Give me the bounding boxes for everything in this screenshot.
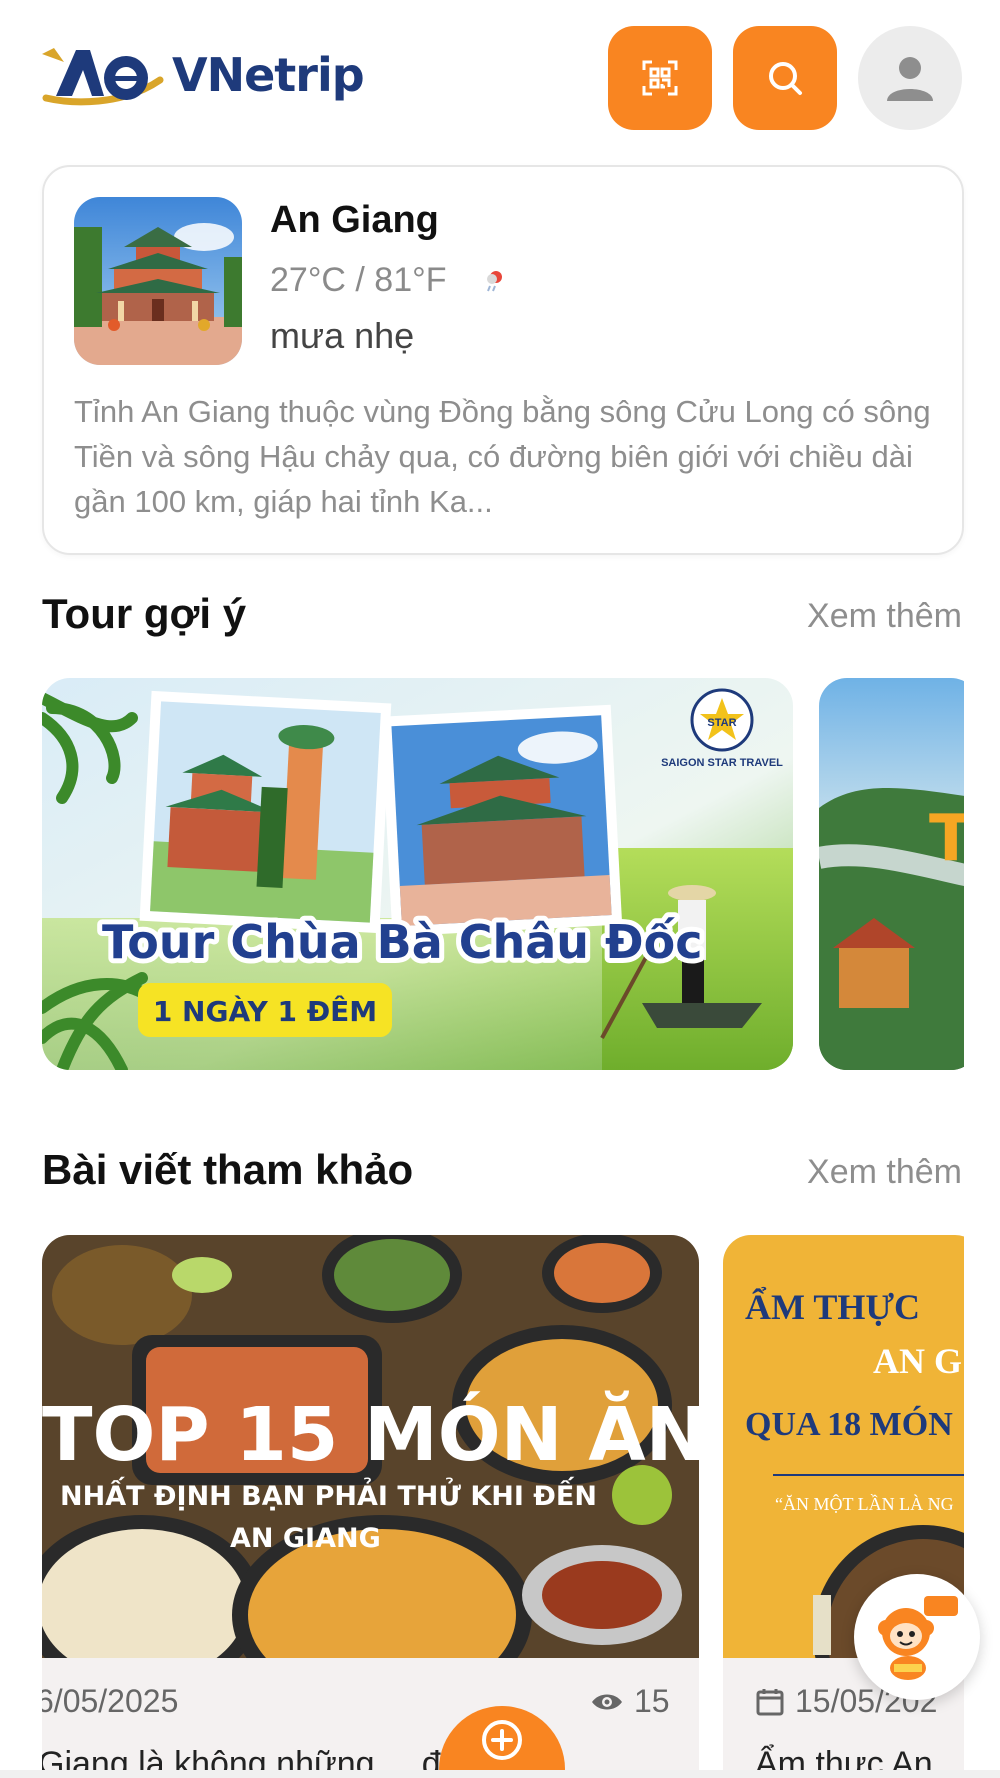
tour-banner-title: Tour Chùa Bà Châu Đốc — [102, 915, 702, 969]
calendar-icon — [756, 1688, 784, 1715]
eye-icon — [592, 1694, 622, 1709]
article-headline: TOP 15 MÓN ĂN — [42, 1390, 699, 1478]
destination-name: An Giang — [270, 199, 439, 241]
tour-section-title: Tour gợi ý — [42, 590, 247, 637]
qr-scan-button[interactable] — [608, 26, 712, 130]
article2-headline: QUA 18 MÓN — [745, 1405, 953, 1443]
app-header: VNetrip — [0, 0, 1000, 150]
article-views: 15 — [590, 1683, 670, 1720]
tour-brand-logo-text: STAR — [707, 717, 736, 729]
article2-quote: “ĂN MỘT LẦN LÀ NG — [775, 1493, 954, 1514]
destination-weather-condition: mưa nhẹ — [270, 315, 415, 356]
logo-text: VNetrip — [172, 48, 365, 102]
article-date: 6/05/2025 — [42, 1683, 179, 1719]
vnetrip-logo[interactable]: VNetrip — [42, 40, 365, 110]
destination-description: Tỉnh An Giang thuộc vùng Đồng bằng sông … — [74, 394, 931, 519]
article-card[interactable]: TOP 15 MÓN ĂN NHẤT ĐỊNH BẠN PHẢI THỬ KHI… — [42, 1235, 699, 1778]
article-view-count: 15 — [634, 1683, 670, 1719]
articles-section-title: Bài viết tham khảo — [42, 1146, 414, 1193]
tour-banner-title-partial: To — [929, 802, 964, 876]
tour-see-more-link[interactable]: Xem thêm — [807, 597, 962, 636]
tour-card[interactable]: To — [819, 678, 964, 1070]
profile-button[interactable] — [858, 26, 962, 130]
destination-temperature: 27°C / 81°F — [270, 261, 447, 299]
bottom-nav-edge — [0, 1770, 1000, 1778]
article2-headline: ẨM THỰC — [745, 1287, 920, 1327]
tour-brand-name: SAIGON STAR TRAVEL — [661, 757, 783, 769]
tour-duration-badge: 1 NGÀY 1 ĐÊM — [153, 994, 377, 1028]
chatbot-mascot-button[interactable] — [854, 1574, 980, 1700]
article-subline: AN GIANG — [230, 1523, 381, 1554]
destination-card[interactable]: An Giang 27°C / 81°F mưa nhẹ Tỉnh An Gia… — [42, 165, 964, 555]
qr-scan-icon — [642, 60, 678, 96]
articles-see-more-link[interactable]: Xem thêm — [807, 1153, 962, 1192]
mascot-icon — [878, 1596, 958, 1680]
articles-carousel[interactable]: TOP 15 MÓN ĂN NHẤT ĐỊNH BẠN PHẢI THỬ KHI… — [42, 1235, 964, 1778]
search-button[interactable] — [733, 26, 837, 130]
search-icon — [769, 62, 802, 95]
tour-carousel[interactable]: STAR SAIGON STAR TRAVEL Tour Chùa Bà Châ… — [42, 678, 964, 1070]
article2-headline: AN G — [873, 1341, 962, 1381]
logo-mark-icon — [42, 40, 168, 110]
plus-icon — [482, 1720, 522, 1760]
light-rain-icon — [482, 267, 508, 298]
article-subline: NHẤT ĐỊNH BẠN PHẢI THỬ KHI ĐẾN — [60, 1476, 597, 1512]
article-image: TOP 15 MÓN ĂN NHẤT ĐỊNH BẠN PHẢI THỬ KHI… — [42, 1235, 699, 1658]
user-icon — [887, 57, 933, 101]
destination-thumbnail — [74, 197, 242, 365]
tour-card[interactable]: STAR SAIGON STAR TRAVEL Tour Chùa Bà Châ… — [42, 678, 793, 1070]
